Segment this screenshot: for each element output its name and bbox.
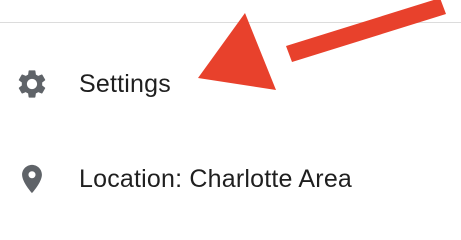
menu-item-settings-label: Settings <box>79 69 171 98</box>
top-divider <box>0 22 461 23</box>
gear-icon <box>14 66 50 102</box>
location-pin-icon <box>14 161 50 197</box>
menu-item-location[interactable]: Location: Charlotte Area <box>0 151 461 207</box>
menu-item-settings[interactable]: Settings <box>0 56 461 112</box>
menu-item-location-label: Location: Charlotte Area <box>79 164 353 193</box>
